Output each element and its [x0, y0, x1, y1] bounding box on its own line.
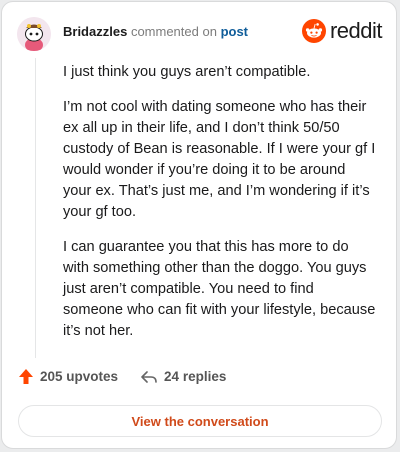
view-conversation-label: View the conversation — [131, 413, 269, 429]
reply-arrow-icon — [141, 370, 157, 383]
reddit-logo[interactable]: reddit — [301, 18, 383, 44]
reddit-wordmark: reddit — [329, 18, 383, 43]
replies-button[interactable]: 24 replies — [140, 369, 226, 385]
reddit-snoo-icon — [301, 19, 326, 43]
comment-header: Bridazzles commented on post reddit — [17, 16, 383, 52]
comment-body: I just think you guys aren’t compatible.… — [63, 62, 377, 356]
reply-count: 24 replies — [164, 369, 227, 384]
upvote-button[interactable]: 205 upvotes — [18, 368, 118, 385]
comment-meta: Bridazzles commented on post — [63, 24, 248, 39]
user-avatar[interactable] — [17, 17, 51, 51]
upvote-arrow-icon — [19, 369, 33, 384]
snoo-avatar-icon — [17, 17, 51, 51]
comment-embed-card: Bridazzles commented on post reddit I ju… — [1, 1, 397, 449]
username-link[interactable]: Bridazzles — [63, 24, 127, 39]
comment-paragraph-2: I’m not cool with dating someone who has… — [63, 99, 376, 220]
post-link[interactable]: post — [221, 24, 248, 39]
action-text: commented on — [130, 23, 217, 39]
thread-line — [35, 58, 36, 358]
comment-paragraph-1: I just think you guys aren’t compatible. — [63, 64, 311, 80]
comment-paragraph-3: I can guarantee you that this has more t… — [63, 239, 376, 339]
view-conversation-button[interactable]: View the conversation — [18, 405, 382, 437]
comment-actions: 205 upvotes 24 replies — [18, 368, 226, 385]
upvote-count: 205 upvotes — [40, 369, 119, 384]
